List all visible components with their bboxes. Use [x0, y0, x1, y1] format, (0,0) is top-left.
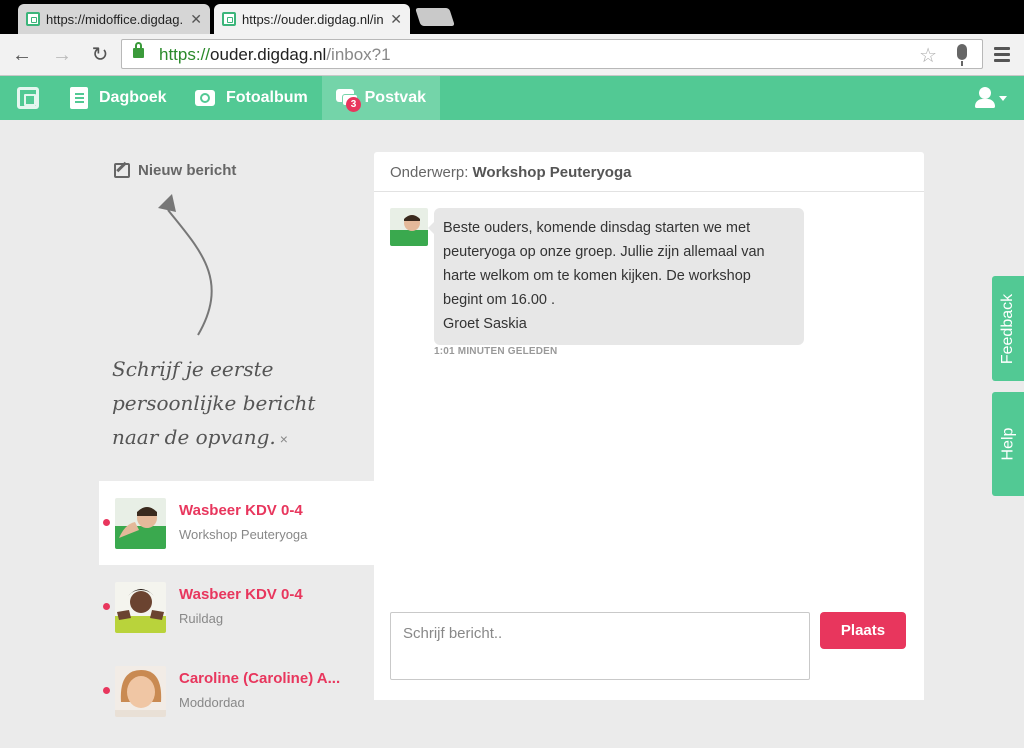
- digdag-logo-icon[interactable]: [17, 87, 39, 109]
- close-icon[interactable]: ✕: [190, 11, 202, 28]
- message-line: harte welkom om te komen kijken. De work…: [443, 268, 751, 284]
- feedback-tab[interactable]: Feedback: [992, 276, 1024, 381]
- avatar: [390, 208, 428, 246]
- camera-icon: [195, 90, 215, 106]
- send-button[interactable]: Plaats: [820, 612, 906, 649]
- conversation-item[interactable]: Caroline (Caroline) A... Moddordag: [99, 649, 374, 733]
- address-url: https://ouder.digdag.nl/inbox?1: [159, 45, 391, 64]
- avatar: [115, 582, 166, 633]
- feedback-tab-label: Feedback: [999, 293, 1017, 364]
- help-tab-label: Help: [999, 427, 1016, 461]
- conversation-subject: Ruildag: [179, 611, 224, 626]
- microphone-icon[interactable]: [957, 44, 967, 66]
- browser-toolbar: ← → ↻ https://ouder.digdag.nl/inbox?1 ☆: [0, 34, 1024, 76]
- message-line: begint om 16.00 .: [443, 292, 556, 308]
- compose-message-input[interactable]: [390, 612, 810, 680]
- user-icon: [979, 87, 991, 99]
- digdag-favicon-icon: [26, 12, 40, 26]
- message-bubble: Beste ouders, komende dinsdag starten we…: [428, 208, 804, 345]
- message-panel: Onderwerp: Workshop Peuteryoga Beste oud…: [374, 152, 924, 700]
- forward-arrow-icon[interactable]: →: [50, 43, 74, 67]
- hint-line: Schrijf je eerste: [112, 357, 274, 381]
- nav-item-postvak[interactable]: 3 Postvak: [322, 76, 440, 120]
- conversation-subject: Moddordag: [179, 695, 245, 707]
- unread-dot: [103, 687, 110, 694]
- avatar: [115, 666, 166, 717]
- browser-menu-icon[interactable]: [994, 47, 1010, 65]
- hint-line: persoonlijke bericht: [112, 391, 316, 415]
- nav-item-dagboek[interactable]: Dagboek: [56, 76, 181, 120]
- avatar: [115, 498, 166, 549]
- browser-tab-title: https://midoffice.digdag.nl: [46, 11, 185, 27]
- message-subject-header: Onderwerp: Workshop Peuteryoga: [374, 152, 924, 192]
- nav-item-label: Fotoalbum: [226, 89, 308, 106]
- browser-tabstrip: https://midoffice.digdag.nl ✕ https://ou…: [0, 0, 1024, 34]
- address-bar[interactable]: https://ouder.digdag.nl/inbox?1 ☆: [121, 39, 983, 69]
- close-hint-icon[interactable]: ×: [280, 431, 288, 447]
- subject-label: Onderwerp:: [390, 164, 469, 181]
- conversation-list: Wasbeer KDV 0-4 Workshop Peuteryoga Wasb…: [99, 481, 374, 733]
- browser-tab-midoffice[interactable]: https://midoffice.digdag.nl ✕: [18, 4, 210, 34]
- help-tab[interactable]: Help: [992, 392, 1024, 496]
- unread-dot: [103, 603, 110, 610]
- unread-dot: [103, 519, 110, 526]
- reload-icon[interactable]: ↻: [88, 43, 112, 67]
- hint-line: naar de opvang.: [112, 425, 276, 449]
- browser-tab-ouder[interactable]: https://ouder.digdag.nl/inb ✕: [214, 4, 410, 34]
- conversation-subject: Workshop Peuteryoga: [179, 527, 308, 542]
- hint-arrow-icon: [158, 194, 213, 336]
- edit-icon: [114, 163, 130, 178]
- close-icon[interactable]: ✕: [390, 11, 402, 28]
- conversation-name: Wasbeer KDV 0-4: [179, 586, 303, 603]
- message-line: peuteryoga op onze groep. Jullie zijn al…: [443, 244, 765, 260]
- conversation-item[interactable]: Wasbeer KDV 0-4 Ruildag: [99, 565, 374, 649]
- message-line: Groet Saskia: [443, 316, 527, 332]
- nav-item-label: Dagboek: [99, 89, 167, 106]
- first-message-hint: Schrijf je eerste persoonlijke bericht n…: [112, 352, 332, 456]
- conversation-name: Wasbeer KDV 0-4: [179, 502, 303, 519]
- lock-icon: [133, 42, 144, 58]
- new-tab-button[interactable]: [415, 8, 455, 26]
- bookmark-star-icon[interactable]: ☆: [919, 43, 937, 68]
- subject-title: Workshop Peuteryoga: [472, 164, 632, 181]
- book-icon: [70, 87, 88, 109]
- message-timestamp: 1:01 MINUTEN GELEDEN: [434, 346, 558, 357]
- app-navbar: Dagboek Fotoalbum 3 Postvak: [0, 76, 1024, 120]
- nav-item-label: Postvak: [364, 89, 426, 106]
- user-menu-button[interactable]: [975, 87, 1009, 109]
- conversation-name: Caroline (Caroline) A...: [179, 670, 341, 687]
- message-line: Beste ouders, komende dinsdag starten we…: [443, 220, 751, 236]
- unread-badge: 3: [346, 97, 361, 112]
- digdag-favicon-icon: [222, 12, 236, 26]
- browser-tab-title: https://ouder.digdag.nl/inb: [242, 11, 385, 27]
- nav-item-fotoalbum[interactable]: Fotoalbum: [181, 76, 322, 120]
- caret-down-icon: [999, 96, 1007, 101]
- chat-icon: 3: [336, 89, 361, 112]
- new-message-label: Nieuw bericht: [138, 162, 237, 179]
- back-arrow-icon[interactable]: ←: [10, 43, 34, 67]
- conversation-item[interactable]: Wasbeer KDV 0-4 Workshop Peuteryoga: [99, 481, 374, 565]
- new-message-button[interactable]: Nieuw bericht: [114, 162, 236, 179]
